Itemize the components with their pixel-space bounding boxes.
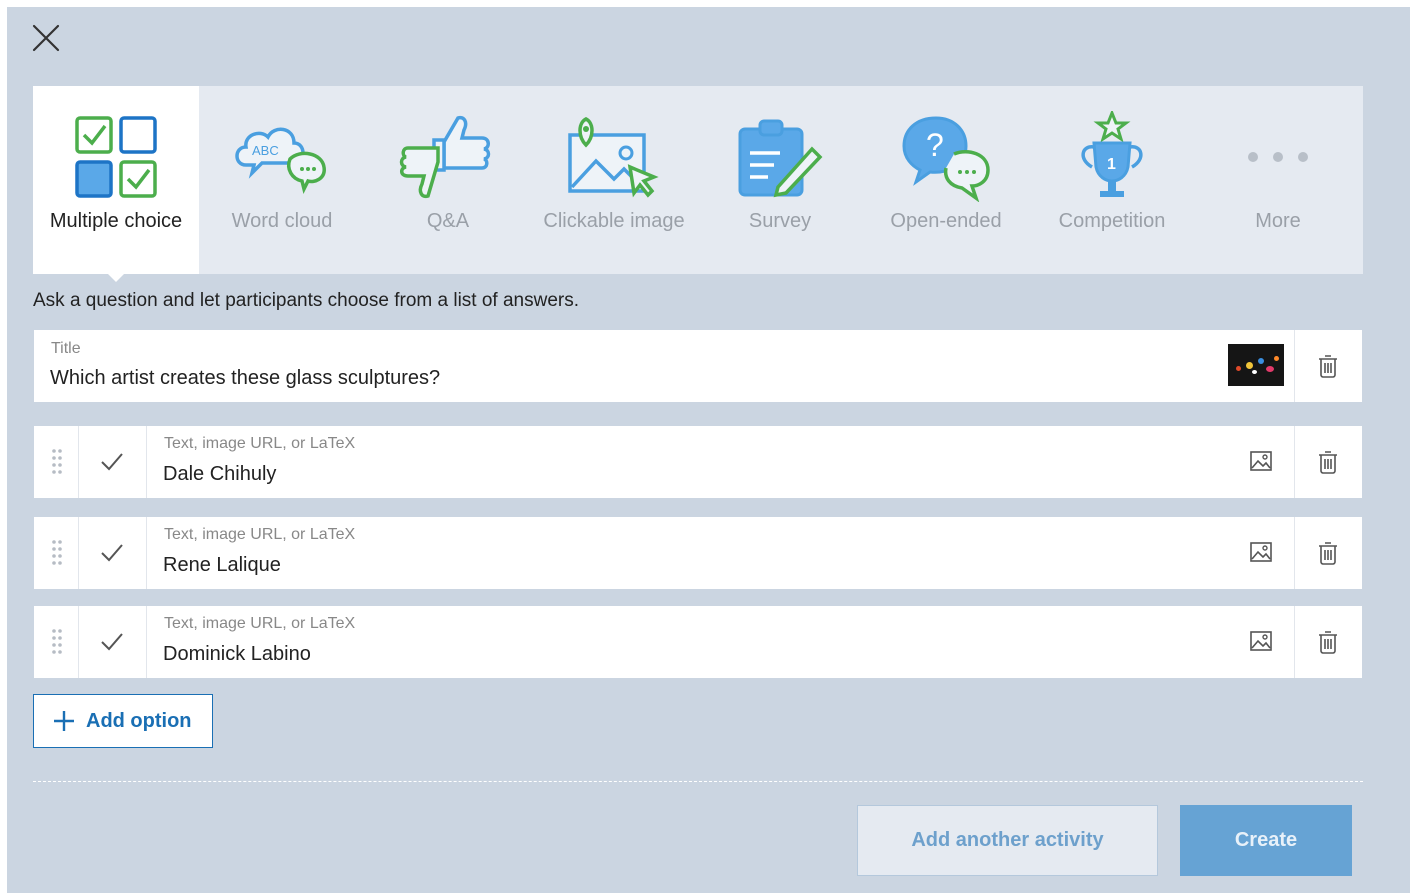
tab-more[interactable]: More xyxy=(1195,86,1361,274)
option-row: Text, image URL, or LaTeX Dominick Labin… xyxy=(34,606,1362,678)
divider xyxy=(1294,517,1295,589)
tab-qa[interactable]: Q&A xyxy=(365,86,531,274)
image-icon[interactable] xyxy=(1249,630,1273,652)
svg-text:?: ? xyxy=(926,127,944,163)
add-another-activity-button[interactable]: Add another activity xyxy=(857,805,1158,876)
tab-multiple-choice[interactable]: Multiple choice xyxy=(33,86,199,282)
section-divider xyxy=(33,781,1363,782)
drag-handle-icon[interactable] xyxy=(51,448,63,474)
tab-label: Q&A xyxy=(426,210,470,232)
tab-label: More xyxy=(1255,210,1301,232)
tab-competition[interactable]: 1 Competition xyxy=(1029,86,1195,274)
divider xyxy=(78,517,79,589)
clickable-image-icon xyxy=(564,112,664,202)
trash-icon[interactable] xyxy=(1318,630,1338,654)
trash-icon[interactable] xyxy=(1318,541,1338,565)
multiple-choice-icon xyxy=(66,112,166,202)
create-button[interactable]: Create xyxy=(1180,805,1352,876)
option-row: Text, image URL, or LaTeX Rene Lalique xyxy=(34,517,1362,589)
trash-icon[interactable] xyxy=(1318,354,1338,378)
tab-label: Word cloud xyxy=(231,210,333,232)
option-placeholder: Text, image URL, or LaTeX xyxy=(164,526,356,543)
add-option-button[interactable]: Add option xyxy=(33,694,213,748)
title-label: Title xyxy=(51,340,81,357)
thumbs-up-down-icon xyxy=(398,112,498,202)
survey-clipboard-icon xyxy=(730,112,830,202)
option-input[interactable]: Rene Lalique xyxy=(163,554,281,577)
divider xyxy=(1294,606,1295,678)
title-input[interactable]: Which artist creates these glass sculptu… xyxy=(50,367,440,390)
activity-modal: Multiple choice ABC Word cloud Q&A Click… xyxy=(7,7,1410,893)
title-image-thumbnail[interactable] xyxy=(1228,344,1284,386)
divider xyxy=(1294,330,1295,402)
option-placeholder: Text, image URL, or LaTeX xyxy=(164,615,356,632)
drag-handle-icon[interactable] xyxy=(51,539,63,565)
checkmark-icon[interactable] xyxy=(100,541,124,563)
plus-icon xyxy=(54,711,74,731)
tab-label: Competition xyxy=(1058,210,1166,232)
activity-description: Ask a question and let participants choo… xyxy=(33,290,579,311)
svg-text:1: 1 xyxy=(1107,156,1116,173)
tab-label: Open-ended xyxy=(890,210,1002,232)
word-cloud-icon: ABC xyxy=(232,112,332,202)
trophy-icon: 1 xyxy=(1062,111,1162,202)
checkmark-icon[interactable] xyxy=(100,630,124,652)
close-icon[interactable] xyxy=(29,21,63,55)
divider xyxy=(146,606,147,678)
divider xyxy=(146,426,147,498)
tab-label: Multiple choice xyxy=(49,210,183,232)
image-icon[interactable] xyxy=(1249,541,1273,563)
tab-label: Clickable image xyxy=(543,210,685,232)
tab-open-ended[interactable]: ? Open-ended xyxy=(863,86,1029,274)
more-dots-icon xyxy=(1228,112,1328,202)
divider xyxy=(78,606,79,678)
tab-survey[interactable]: Survey xyxy=(697,86,863,274)
divider xyxy=(146,517,147,589)
option-row: Text, image URL, or LaTeX Dale Chihuly xyxy=(34,426,1362,498)
divider xyxy=(78,426,79,498)
activity-type-tabs: Multiple choice ABC Word cloud Q&A Click… xyxy=(33,86,1363,282)
trash-icon[interactable] xyxy=(1318,450,1338,474)
option-input[interactable]: Dominick Labino xyxy=(163,643,311,666)
option-input[interactable]: Dale Chihuly xyxy=(163,463,276,486)
tab-label: Survey xyxy=(748,210,812,232)
open-ended-bubbles-icon: ? xyxy=(896,112,996,202)
drag-handle-icon[interactable] xyxy=(51,628,63,654)
add-option-label: Add option xyxy=(86,709,192,732)
tab-clickable-image[interactable]: Clickable image xyxy=(531,86,697,274)
divider xyxy=(1294,426,1295,498)
svg-text:ABC: ABC xyxy=(252,143,279,158)
checkmark-icon[interactable] xyxy=(100,450,124,472)
tab-word-cloud[interactable]: ABC Word cloud xyxy=(199,86,365,274)
title-field[interactable]: Title Which artist creates these glass s… xyxy=(34,330,1362,402)
image-icon[interactable] xyxy=(1249,450,1273,472)
option-placeholder: Text, image URL, or LaTeX xyxy=(164,435,356,452)
